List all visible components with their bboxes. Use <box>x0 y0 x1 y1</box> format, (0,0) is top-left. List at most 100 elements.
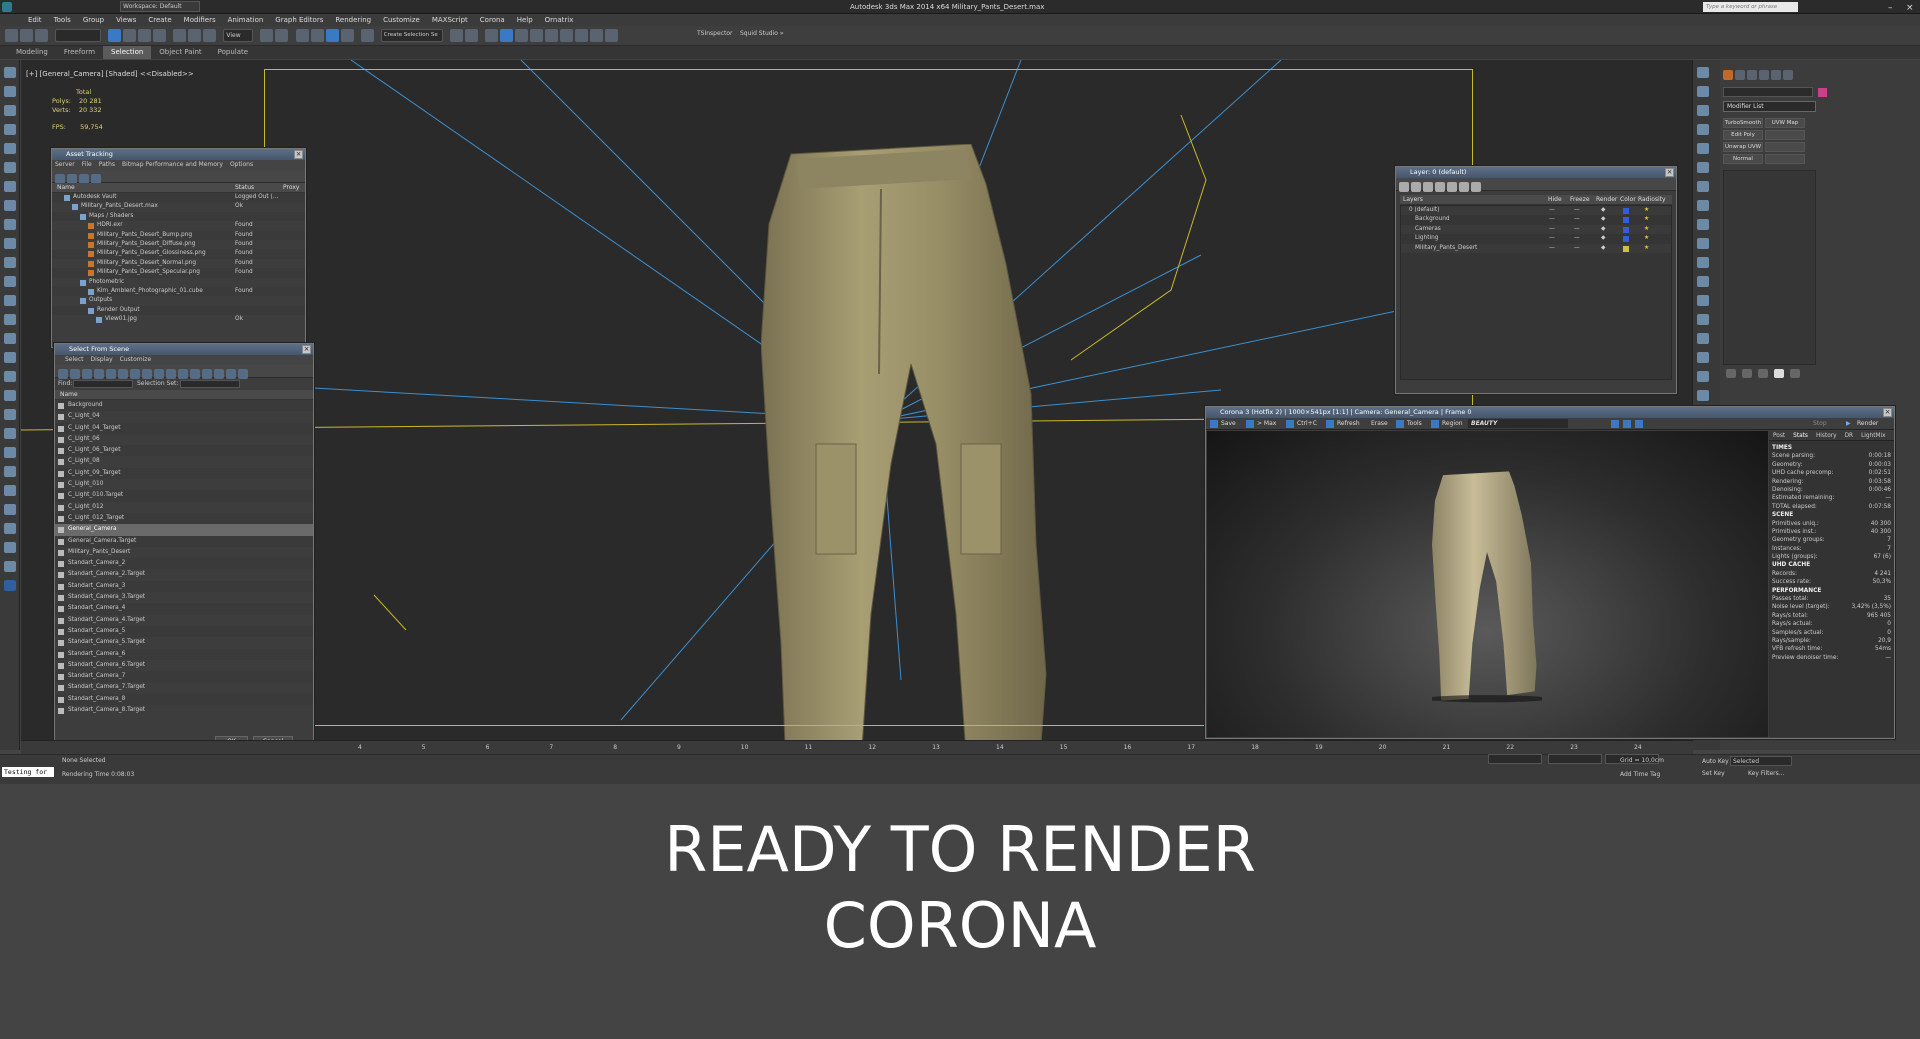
schematic-view-icon[interactable] <box>544 29 558 42</box>
tool-icon[interactable] <box>4 504 16 515</box>
table-row[interactable]: Military_Pants_Desert_Specular.png Found <box>52 268 305 278</box>
spinner-snap-icon[interactable] <box>340 29 354 42</box>
configure-modifier-sets-icon[interactable] <box>1790 369 1800 378</box>
list-item[interactable]: C_Light_04_Target <box>55 422 313 434</box>
zoom-out-icon[interactable] <box>1623 420 1631 428</box>
tool-icon[interactable] <box>1697 105 1709 116</box>
layer-color-swatch[interactable] <box>1623 208 1629 214</box>
col-name[interactable]: Name <box>60 390 78 400</box>
freeze-all-icon[interactable] <box>1471 182 1481 192</box>
layer-window-title[interactable]: Layer: 0 (default) <box>1396 167 1676 178</box>
layer-color-swatch[interactable] <box>1623 226 1629 233</box>
tsinspector-button[interactable]: TSInspector <box>697 30 732 37</box>
radiosity-icon[interactable]: ★ <box>1644 225 1649 234</box>
tools-button[interactable]: Tools <box>1407 418 1422 430</box>
remove-modifier-icon[interactable] <box>1774 369 1784 378</box>
make-unique-icon[interactable] <box>1758 369 1768 378</box>
corona-tab-history[interactable]: History <box>1816 433 1837 439</box>
list-item[interactable]: Standart_Camera_5.Target <box>55 637 313 648</box>
tool-icon[interactable] <box>1697 162 1709 173</box>
rotate-icon[interactable] <box>188 29 202 42</box>
pivot-icon[interactable] <box>260 29 274 42</box>
tool-icon[interactable] <box>4 371 16 382</box>
layer-row[interactable]: Lighting — — ◆ ★ <box>1401 234 1671 243</box>
select-icon[interactable] <box>108 29 122 42</box>
rect-selection-icon[interactable] <box>138 29 152 42</box>
menu-item-maxscript[interactable]: MAXScript <box>426 14 474 26</box>
unwrap-uvw-button[interactable]: Unwrap UVW <box>1723 142 1763 152</box>
asset-tracking-title[interactable]: Asset Tracking <box>52 149 305 160</box>
modifier-stack[interactable] <box>1723 170 1816 365</box>
close-icon[interactable]: × <box>1665 168 1674 177</box>
layer-explorer-icon[interactable] <box>499 29 513 42</box>
col-radiosity[interactable]: Radiosity <box>1638 195 1666 205</box>
tool-icon[interactable] <box>1697 67 1709 78</box>
object-color-swatch[interactable] <box>1818 88 1827 97</box>
rendered-frame-icon[interactable] <box>589 29 603 42</box>
table-row[interactable]: Kim_Ambient_Photographic_01.cube Found <box>52 286 305 297</box>
tool-icon[interactable] <box>4 352 16 363</box>
scene-menu-item[interactable]: Customize <box>120 356 152 363</box>
menu-item-create[interactable]: Create <box>142 14 177 26</box>
tool-icon[interactable] <box>4 485 16 496</box>
x-coord-field[interactable] <box>1488 754 1542 764</box>
layer-row[interactable]: Cameras — — ◆ ★ <box>1401 224 1671 235</box>
render-pass-dropdown[interactable]: BEAUTY <box>1468 419 1568 428</box>
col-render[interactable]: Render <box>1596 195 1617 205</box>
tool-icon[interactable] <box>4 238 16 249</box>
save-icon[interactable] <box>1210 420 1218 428</box>
render-toggle-icon[interactable]: ◆ <box>1601 244 1605 253</box>
menu-item-ornatrix[interactable]: Ornatrix <box>539 14 580 26</box>
list-item[interactable]: Standart_Camera_4 <box>55 603 313 615</box>
add-time-tag[interactable]: Add Time Tag <box>1620 771 1660 778</box>
list-item[interactable]: General_Camera <box>55 524 313 536</box>
refresh-icon[interactable] <box>1326 420 1334 428</box>
tool-icon[interactable] <box>1697 314 1709 325</box>
render-button[interactable]: Render <box>1857 418 1878 430</box>
tool-icon[interactable] <box>1697 333 1709 344</box>
freeze-toggle[interactable]: — <box>1574 244 1580 253</box>
table-row[interactable]: Military_Pants_Desert_Glossiness.png Foun… <box>52 249 305 259</box>
tools-icon[interactable] <box>1396 420 1404 428</box>
tool-icon[interactable] <box>1697 257 1709 268</box>
list-item[interactable]: Standart_Camera_8.Target <box>55 705 313 716</box>
tool-icon[interactable] <box>4 314 16 325</box>
tool-icon[interactable] <box>4 542 16 553</box>
erase-button[interactable]: Erase <box>1371 418 1388 430</box>
normal-button[interactable]: Normal <box>1723 154 1763 164</box>
region-button[interactable]: Region <box>1442 418 1463 430</box>
select-from-scene-title[interactable]: Select From Scene <box>55 344 313 355</box>
tool-icon[interactable] <box>4 561 16 572</box>
key-mode-dropdown[interactable]: Selected <box>1730 756 1792 766</box>
list-item[interactable]: C_Light_06_Target <box>55 445 313 457</box>
list-item[interactable]: Military_Pants_Desert <box>55 547 313 558</box>
col-freeze[interactable]: Freeze <box>1570 195 1590 205</box>
render-setup-icon[interactable] <box>574 29 588 42</box>
list-item[interactable]: Standart_Camera_6.Target <box>55 660 313 671</box>
percent-snap-icon[interactable] <box>325 29 339 42</box>
tool-icon[interactable] <box>4 86 16 97</box>
table-row[interactable]: Military_Pants_Desert.max Ok <box>52 202 305 211</box>
list-item[interactable]: C_Light_09_Target <box>55 467 313 480</box>
asset-menu-item[interactable]: Server <box>55 161 75 168</box>
menu-item-graph-editors[interactable]: Graph Editors <box>269 14 329 26</box>
list-item[interactable]: Standart_Camera_7 <box>55 671 313 683</box>
layer-row[interactable]: 0 (default) — — ◆ ★ <box>1401 206 1671 216</box>
tool-icon[interactable] <box>4 124 16 135</box>
ribbon-tab-selection[interactable]: Selection <box>103 46 152 59</box>
table-row[interactable]: Photometric <box>52 278 305 287</box>
menu-item-modifiers[interactable]: Modifiers <box>178 14 222 26</box>
display-tab-icon[interactable] <box>1771 70 1781 80</box>
corona-tab-dr[interactable]: DR <box>1845 433 1854 439</box>
layer-row[interactable]: Military_Pants_Desert — — ◆ ★ <box>1401 243 1671 253</box>
asset-menu-item[interactable]: Paths <box>99 161 115 168</box>
workspace-dropdown[interactable]: Workspace: Default <box>120 1 200 12</box>
unlink-icon[interactable] <box>20 29 33 42</box>
render-toggle-icon[interactable]: ◆ <box>1601 234 1605 243</box>
tool-icon[interactable] <box>4 105 16 116</box>
freeze-toggle[interactable]: — <box>1574 206 1580 215</box>
tool-icon[interactable] <box>4 428 16 439</box>
pin-stack-icon[interactable] <box>1726 369 1736 378</box>
hide-toggle[interactable]: — <box>1549 206 1555 215</box>
corona-render-image[interactable] <box>1207 431 1768 737</box>
